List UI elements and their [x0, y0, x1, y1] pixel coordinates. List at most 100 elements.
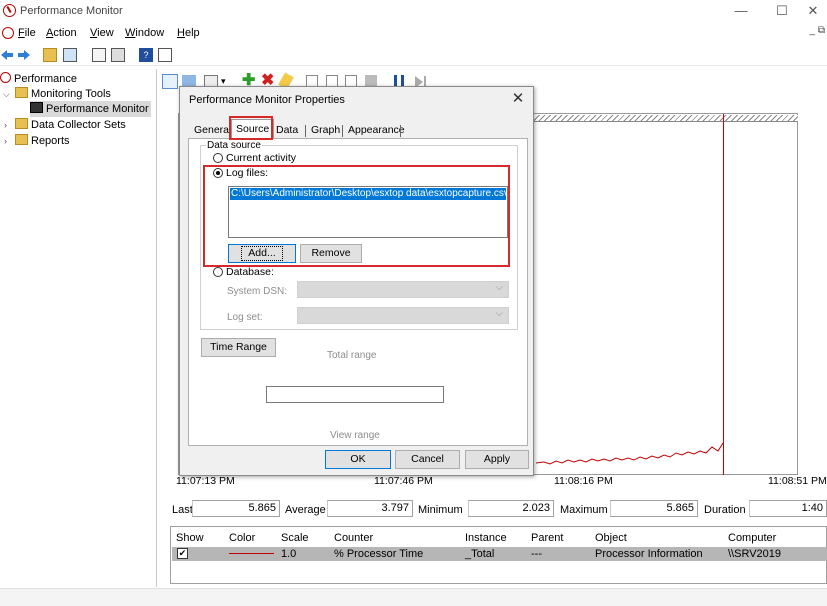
time-label: 11:08:16 PM	[554, 475, 613, 487]
chevron-right-icon[interactable]: ›	[4, 136, 7, 146]
tree-item-performance[interactable]: Performance	[0, 71, 77, 87]
tab-separator	[305, 125, 306, 137]
properties-dialog: Performance Monitor Properties ✕ General…	[179, 86, 534, 476]
total-range-label: Total range	[327, 350, 377, 361]
menu-action[interactable]: Action	[46, 27, 77, 39]
performance-icon	[0, 72, 11, 83]
column-header-parent[interactable]: Parent	[531, 532, 563, 544]
forward-arrow-icon[interactable]	[17, 48, 31, 62]
object-cell: Processor Information	[595, 548, 703, 560]
menu-help[interactable]: Help	[177, 27, 200, 39]
system-menu-icon[interactable]	[2, 27, 14, 39]
time-range-button[interactable]: Time Range	[201, 338, 276, 357]
minimum-value: 2.023	[468, 500, 554, 517]
column-header-instance[interactable]: Instance	[465, 532, 507, 544]
back-arrow-icon[interactable]	[0, 48, 14, 62]
statistics-bar: Last 5.865 Average 3.797 Minimum 2.023 M…	[158, 499, 827, 521]
main-toolbar: ?	[0, 44, 827, 66]
mdi-window-controls[interactable]: _ ⧉	[810, 25, 825, 36]
time-range-slider[interactable]	[266, 386, 444, 403]
dialog-title: Performance Monitor Properties	[189, 94, 345, 106]
minimum-label: Minimum	[418, 504, 463, 516]
remove-button[interactable]: Remove	[300, 244, 362, 263]
average-label: Average	[285, 504, 326, 516]
data-collector-icon	[15, 118, 28, 129]
log-set-dropdown	[297, 307, 509, 324]
tab-data[interactable]: Data	[273, 123, 301, 139]
processor-time-series-line	[536, 442, 724, 465]
tab-appearance[interactable]: Appearance	[345, 123, 408, 139]
show-hide-tree-icon[interactable]	[63, 48, 77, 62]
counter-legend-table[interactable]: Show Color Scale Counter Instance Parent…	[170, 526, 827, 584]
apply-button[interactable]: Apply	[465, 450, 529, 469]
instance-cell: _Total	[465, 548, 495, 560]
up-folder-icon[interactable]	[43, 48, 57, 62]
maximum-label: Maximum	[560, 504, 608, 516]
last-label: Last	[172, 504, 193, 516]
maximize-button[interactable]: ☐	[765, 0, 799, 22]
duration-value: 1:40	[749, 500, 827, 517]
view-current-activity-icon[interactable]	[162, 74, 178, 89]
menu-bar: File Action View Window Help	[0, 24, 827, 43]
average-value: 3.797	[327, 500, 413, 517]
status-bar	[0, 588, 827, 606]
column-header-counter[interactable]: Counter	[334, 532, 373, 544]
mmc-view-icon[interactable]	[158, 48, 172, 62]
print-icon[interactable]	[111, 48, 125, 62]
menu-view[interactable]: View	[90, 27, 114, 39]
duration-label: Duration	[704, 504, 746, 516]
column-header-show[interactable]: Show	[176, 532, 204, 544]
performance-monitor-app-icon	[3, 4, 16, 17]
dialog-close-button[interactable]: ✕	[509, 89, 527, 107]
current-activity-radio[interactable]	[213, 153, 223, 163]
scale-cell: 1.0	[281, 548, 297, 560]
menu-window[interactable]: Window	[125, 27, 164, 39]
data-source-label: Data source	[206, 140, 262, 151]
minimize-button[interactable]: —	[724, 0, 758, 22]
database-radio[interactable]	[213, 267, 223, 277]
column-header-object[interactable]: Object	[595, 532, 627, 544]
last-value: 5.865	[192, 500, 280, 517]
tab-graph[interactable]: Graph	[308, 123, 343, 139]
close-button[interactable]: ✕	[796, 0, 827, 22]
menu-file[interactable]: File	[18, 27, 36, 39]
tree-label: Performance Monitor	[46, 103, 149, 115]
tree-label: Data Collector Sets	[31, 119, 126, 131]
current-activity-label[interactable]: Current activity	[226, 152, 296, 164]
table-row[interactable]: ✔ 1.0 % Processor Time _Total --- Proces…	[172, 547, 827, 561]
log-files-radio[interactable]	[213, 168, 223, 178]
navigation-tree: Performance ⌵ Monitoring Tools Performan…	[0, 69, 157, 587]
tree-label: Reports	[31, 135, 70, 147]
chevron-down-icon[interactable]: ⌵	[3, 89, 10, 100]
show-checkbox[interactable]: ✔	[177, 548, 188, 559]
cancel-button[interactable]: Cancel	[395, 450, 460, 469]
tree-label: Monitoring Tools	[31, 88, 111, 100]
chart-scale-hatch	[533, 115, 798, 122]
database-label[interactable]: Database:	[226, 266, 274, 278]
column-header-scale[interactable]: Scale	[281, 532, 309, 544]
log-files-label[interactable]: Log files:	[226, 167, 268, 179]
log-files-list[interactable]: C:\Users\Administrator\Desktop\esxtop da…	[228, 186, 508, 238]
tree-item-performance-monitor[interactable]: Performance Monitor	[30, 101, 151, 117]
system-dsn-dropdown	[297, 281, 509, 298]
add-button[interactable]: Add...	[228, 244, 296, 263]
tree-item-reports[interactable]: Reports	[15, 133, 70, 149]
column-header-color[interactable]: Color	[229, 532, 255, 544]
time-label: 11:07:13 PM	[176, 475, 235, 487]
help-icon[interactable]: ?	[139, 48, 153, 62]
add-button-label: Add...	[241, 246, 283, 261]
tree-item-monitoring-tools[interactable]: Monitoring Tools	[15, 86, 111, 102]
counter-cell: % Processor Time	[334, 548, 424, 560]
parent-cell: ---	[531, 548, 542, 560]
tab-general[interactable]: General	[191, 123, 234, 139]
column-header-computer[interactable]: Computer	[728, 532, 776, 544]
reports-icon	[15, 134, 28, 145]
tree-label: Performance	[14, 73, 77, 85]
chart-time-cursor	[723, 114, 724, 475]
list-item[interactable]: C:\Users\Administrator\Desktop\esxtop da…	[230, 188, 506, 200]
properties-icon[interactable]	[92, 48, 106, 62]
ok-button[interactable]: OK	[325, 450, 391, 469]
chevron-right-icon[interactable]: ›	[4, 120, 7, 130]
tree-item-data-collector-sets[interactable]: Data Collector Sets	[15, 117, 126, 133]
time-label: 11:08:51 PM	[768, 475, 827, 487]
